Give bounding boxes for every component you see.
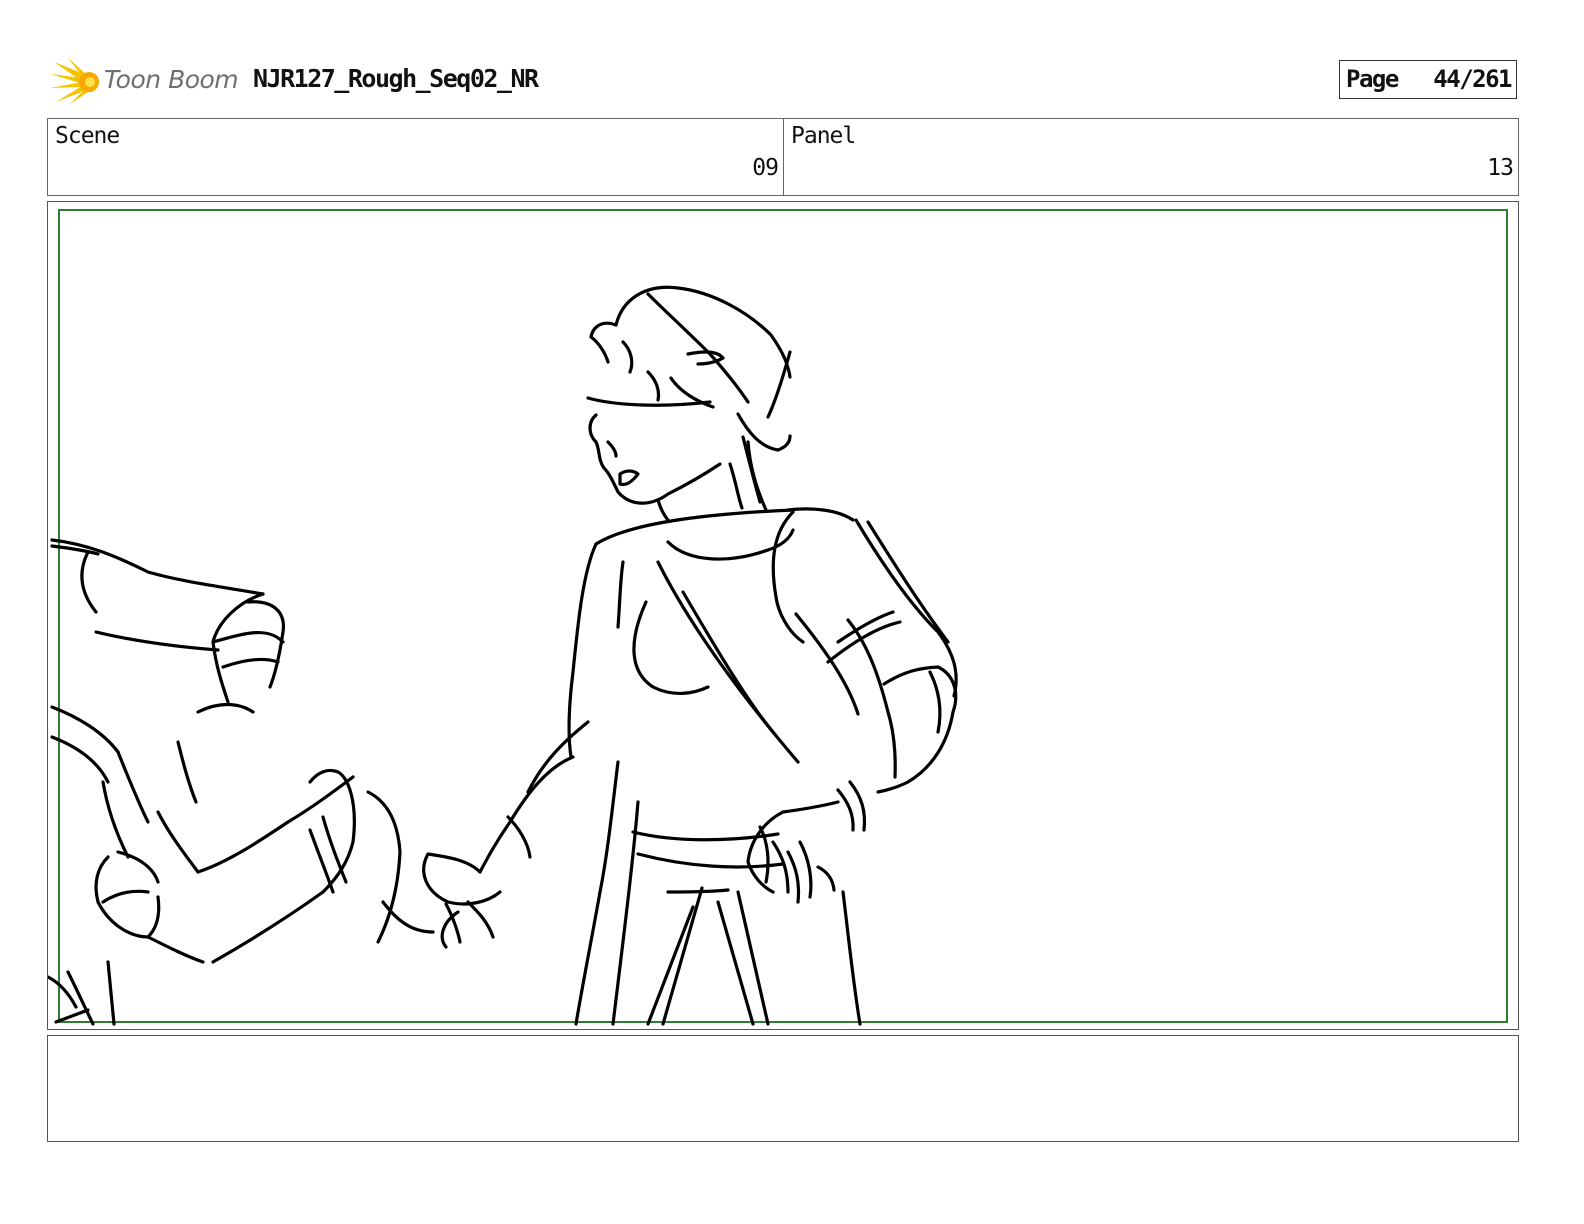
page-number: 44/261: [1433, 65, 1512, 93]
storyboard-panel-frame: [47, 201, 1519, 1030]
logo-text: Toon Boom: [104, 65, 239, 94]
scene-number: 09: [752, 155, 779, 181]
panel-notes: [47, 1035, 1519, 1142]
scene-panel-info: Scene 09 Panel 13: [47, 118, 1519, 196]
sketch-drawing: [48, 209, 1508, 1026]
page-indicator: Page 44/261: [1339, 60, 1517, 99]
project-title: NJR127_Rough_Seq02_NR: [253, 64, 539, 93]
starburst-logo-icon: [50, 58, 99, 104]
scene-cell: Scene 09: [48, 119, 784, 195]
panel-number: 13: [1487, 155, 1514, 181]
toon-boom-logo: Toon Boom: [50, 56, 240, 106]
panel-label: Panel: [791, 123, 856, 149]
scene-label: Scene: [55, 123, 120, 149]
page-label: Page: [1346, 65, 1399, 93]
character-sketch: [48, 285, 958, 1026]
panel-cell: Panel 13: [784, 119, 1518, 195]
